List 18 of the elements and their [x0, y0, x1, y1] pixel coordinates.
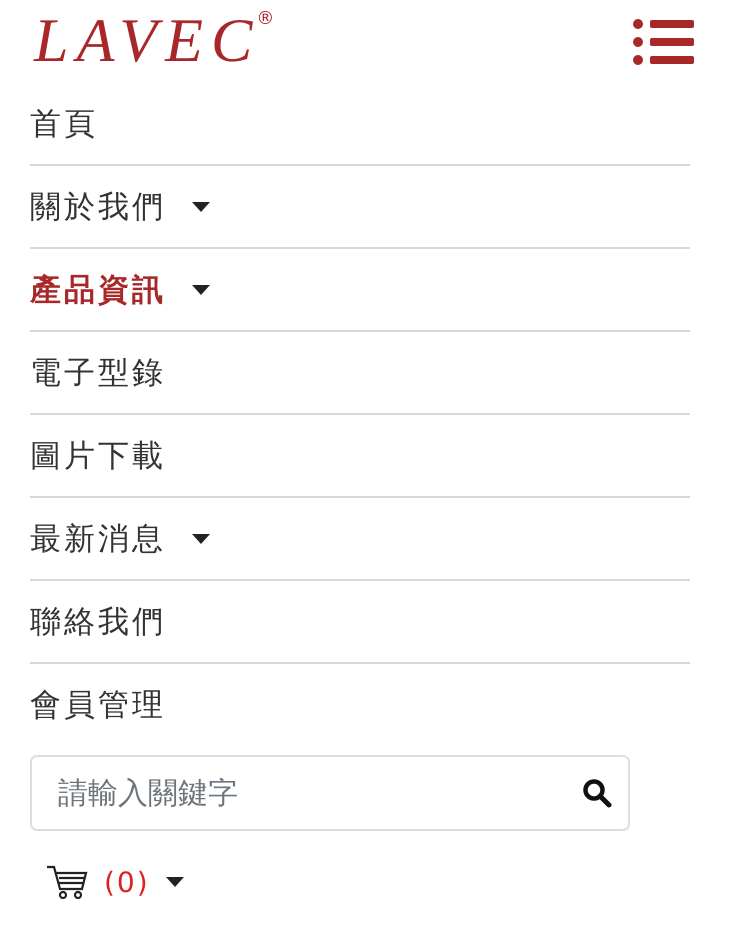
menu-item[interactable]: 關於我們: [30, 186, 166, 228]
menu-item[interactable]: 聯絡我們: [30, 600, 166, 642]
search-field[interactable]: 請輸入關鍵字: [30, 755, 630, 831]
caret-icon[interactable]: [192, 284, 210, 294]
cart-count[interactable]: (0): [104, 866, 150, 898]
caret-icon[interactable]: [192, 202, 210, 212]
registered-mark: ®: [256, 8, 274, 29]
cart-icon[interactable]: [46, 865, 88, 899]
menu-item[interactable]: 產品資訊: [30, 268, 166, 310]
menu-item[interactable]: 電子型錄: [30, 352, 166, 394]
menu-icon[interactable]: [632, 18, 694, 66]
menu-item[interactable]: 會員管理: [30, 684, 166, 726]
search-icon[interactable]: [582, 778, 612, 808]
menu-item[interactable]: 首頁: [30, 102, 98, 144]
menu-item[interactable]: 圖片下載: [30, 434, 166, 476]
caret-icon[interactable]: [166, 877, 184, 887]
menu-item[interactable]: 最新消息: [30, 518, 166, 560]
caret-icon[interactable]: [192, 534, 210, 544]
